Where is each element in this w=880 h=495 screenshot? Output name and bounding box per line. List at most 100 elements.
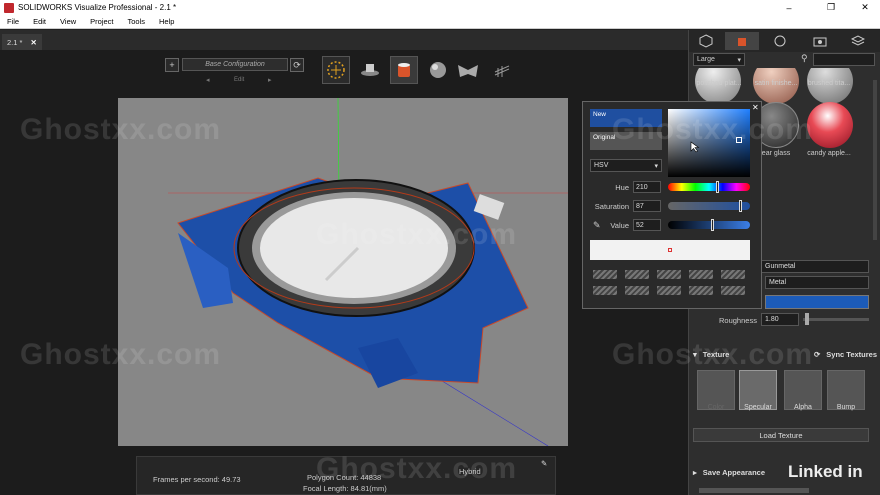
target-select-icon — [327, 61, 345, 79]
custom-color-slot[interactable] — [593, 286, 617, 295]
tab-appearances[interactable] — [725, 32, 759, 50]
custom-color-slot[interactable] — [689, 286, 713, 295]
color-preview-bar[interactable] — [590, 240, 750, 260]
value-slider[interactable] — [668, 219, 750, 231]
camera-icon — [813, 37, 827, 47]
texture-section-title: Texture — [702, 349, 730, 359]
hue-input[interactable]: 210 — [633, 181, 661, 193]
panel-scrollbar[interactable] — [699, 488, 809, 493]
custom-color-slot[interactable] — [657, 270, 681, 279]
texture-slot-label: Specular — [744, 404, 772, 411]
saturation-slider-knob[interactable] — [739, 200, 743, 212]
new-swatch-label: New — [593, 111, 607, 118]
custom-color-slot[interactable] — [625, 270, 649, 279]
saturation-value-field[interactable] — [668, 109, 750, 177]
original-color-swatch[interactable]: Original — [590, 132, 662, 150]
configuration-select[interactable]: Base Configuration — [182, 58, 288, 71]
camera-tool-button[interactable] — [488, 56, 516, 84]
title-bar: SOLIDWORKS Visualize Professional - 2.1 … — [0, 0, 880, 15]
load-texture-button[interactable]: Load Texture — [693, 428, 869, 442]
minimize-button[interactable]: – — [776, 0, 802, 15]
edit-label[interactable]: Edit — [234, 77, 244, 83]
add-configuration-button[interactable]: + — [165, 58, 179, 72]
close-tab-icon[interactable]: ✕ — [30, 38, 36, 47]
chevron-down-icon: ▾ — [654, 162, 658, 170]
search-input[interactable] — [813, 53, 875, 66]
value-label: Value — [610, 221, 629, 230]
texture-slot-label: Bump — [836, 404, 856, 411]
tab-scenes[interactable] — [763, 32, 797, 50]
appearance-name-field[interactable]: Gunmetal — [761, 260, 869, 273]
menu-help[interactable]: Help — [152, 17, 181, 26]
scene-tool-button[interactable] — [424, 56, 452, 84]
saturation-slider[interactable] — [668, 200, 750, 212]
decal-tool-button[interactable] — [454, 56, 482, 84]
menu-project[interactable]: Project — [83, 17, 120, 26]
focal-length: Focal Length: 84.81(mm) — [303, 484, 387, 493]
render-canvas[interactable] — [118, 98, 568, 446]
custom-color-slot[interactable] — [593, 270, 617, 279]
tab-cameras[interactable] — [803, 32, 837, 50]
custom-color-slot[interactable] — [625, 286, 649, 295]
palette-tabs — [689, 30, 880, 52]
sphere-icon — [430, 62, 446, 78]
document-tab-label: 2.1 * — [7, 37, 23, 47]
menu-view[interactable]: View — [53, 17, 83, 26]
original-swatch-label: Original — [593, 134, 616, 141]
appearance-tool-button[interactable] — [390, 56, 418, 84]
menu-tools[interactable]: Tools — [121, 17, 153, 26]
sync-textures-label[interactable]: Sync Textures — [826, 350, 877, 359]
color-picker-popup: ✕ New Original HSV ▾ Hue 210 Saturation … — [582, 101, 762, 309]
saturation-label: Saturation — [594, 202, 629, 211]
custom-color-slot[interactable] — [657, 286, 681, 295]
saturation-input[interactable]: 87 — [633, 200, 661, 212]
roughness-slider-knob[interactable] — [805, 313, 809, 325]
close-picker-icon[interactable]: ✕ — [752, 103, 759, 112]
next-config-icon[interactable]: ▸ — [268, 76, 272, 84]
menu-edit[interactable]: Edit — [26, 17, 53, 26]
material-label: polished plat... — [696, 80, 742, 87]
select-tool-button[interactable] — [322, 56, 350, 84]
turntable-tool-button[interactable] — [356, 56, 384, 84]
custom-color-slot[interactable] — [689, 270, 713, 279]
prev-config-icon[interactable]: ◂ — [206, 76, 210, 84]
value-slider-knob[interactable] — [710, 219, 714, 231]
restore-button[interactable]: ❐ — [818, 0, 844, 15]
pin-icon[interactable]: ✎ — [541, 459, 547, 468]
material-label: satin finishe... — [754, 80, 798, 87]
polygon-count: Polygon Count: 44838 — [307, 473, 382, 482]
grid-floor-icon — [494, 65, 510, 77]
sync-icon[interactable]: ⟳ — [814, 350, 820, 359]
texture-slot-label: Color — [707, 404, 725, 411]
hue-slider-knob[interactable] — [715, 181, 719, 193]
menu-bar: File Edit View Project Tools Help — [0, 15, 880, 29]
tab-models[interactable] — [689, 32, 723, 50]
custom-color-slot[interactable] — [721, 286, 745, 295]
material-thumb-candy[interactable] — [807, 102, 853, 148]
value-input[interactable]: 52 — [633, 219, 661, 231]
save-appearance-title: Save Appearance — [702, 467, 766, 477]
roughness-slider[interactable] — [803, 318, 869, 321]
library-scrollbar[interactable] — [873, 80, 877, 240]
watch-model — [168, 98, 568, 446]
app-logo-icon — [4, 2, 14, 13]
texture-section-header[interactable]: ▾ Texture ⟳ Sync Textures — [693, 347, 877, 361]
cube-icon — [699, 34, 713, 48]
turntable-icon — [361, 64, 379, 76]
appearance-color-swatch[interactable] — [765, 295, 869, 309]
custom-color-slot[interactable] — [721, 270, 745, 279]
hue-slider[interactable] — [668, 181, 750, 193]
appearance-type-select[interactable]: Metal — [765, 276, 869, 289]
menu-file[interactable]: File — [0, 17, 26, 26]
sv-cursor[interactable] — [736, 137, 742, 143]
sync-configuration-button[interactable]: ⟳ — [290, 58, 304, 72]
document-tab[interactable]: 2.1 * ✕ — [2, 34, 42, 50]
roughness-input[interactable]: 1.80 — [761, 313, 799, 326]
paint-bucket-icon — [398, 63, 410, 77]
tab-libraries[interactable] — [841, 32, 875, 50]
thumbnail-size-select[interactable]: Large ▾ — [693, 53, 745, 66]
roughness-label: Roughness — [719, 316, 757, 325]
status-panel: Frames per second: 49.73 Polygon Count: … — [136, 456, 556, 495]
color-mode-select[interactable]: HSV ▾ — [590, 159, 662, 172]
close-window-button[interactable]: ✕ — [852, 0, 878, 15]
